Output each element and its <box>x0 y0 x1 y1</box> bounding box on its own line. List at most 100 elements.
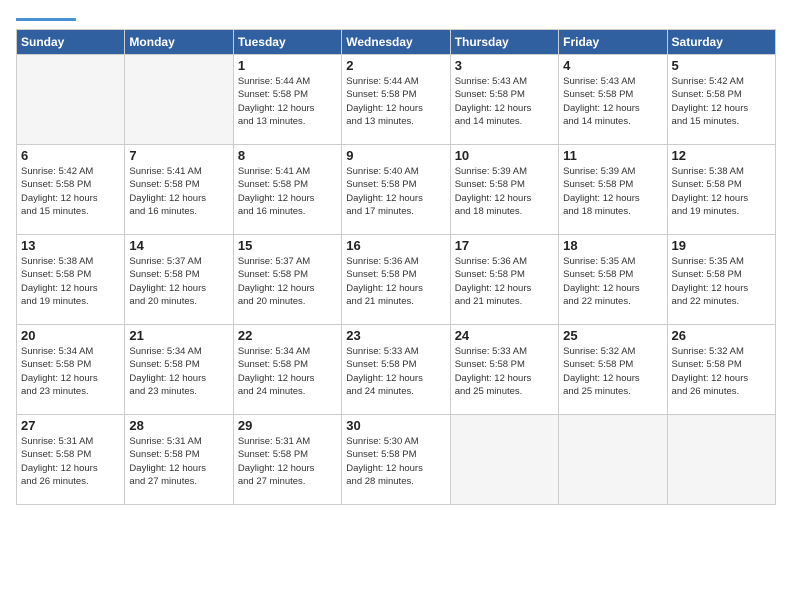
day-info: Sunrise: 5:36 AM Sunset: 5:58 PM Dayligh… <box>455 255 554 308</box>
day-number: 16 <box>346 238 445 253</box>
col-header-friday: Friday <box>559 30 667 55</box>
calendar-cell: 24 Sunrise: 5:33 AM Sunset: 5:58 PM Dayli… <box>450 325 558 415</box>
day-info: Sunrise: 5:39 AM Sunset: 5:58 PM Dayligh… <box>455 165 554 218</box>
day-info: Sunrise: 5:38 AM Sunset: 5:58 PM Dayligh… <box>672 165 771 218</box>
calendar-cell: 19 Sunrise: 5:35 AM Sunset: 5:58 PM Dayli… <box>667 235 775 325</box>
day-info: Sunrise: 5:32 AM Sunset: 5:58 PM Dayligh… <box>563 345 662 398</box>
calendar-cell: 17 Sunrise: 5:36 AM Sunset: 5:58 PM Dayli… <box>450 235 558 325</box>
calendar-cell: 13 Sunrise: 5:38 AM Sunset: 5:58 PM Dayli… <box>17 235 125 325</box>
calendar-cell: 8 Sunrise: 5:41 AM Sunset: 5:58 PM Daylig… <box>233 145 341 235</box>
logo-divider <box>16 18 76 21</box>
day-number: 8 <box>238 148 337 163</box>
day-number: 25 <box>563 328 662 343</box>
day-number: 6 <box>21 148 120 163</box>
day-number: 15 <box>238 238 337 253</box>
day-info: Sunrise: 5:36 AM Sunset: 5:58 PM Dayligh… <box>346 255 445 308</box>
day-number: 21 <box>129 328 228 343</box>
logo <box>16 16 76 21</box>
day-info: Sunrise: 5:35 AM Sunset: 5:58 PM Dayligh… <box>672 255 771 308</box>
day-info: Sunrise: 5:31 AM Sunset: 5:58 PM Dayligh… <box>129 435 228 488</box>
day-info: Sunrise: 5:34 AM Sunset: 5:58 PM Dayligh… <box>238 345 337 398</box>
calendar-cell: 18 Sunrise: 5:35 AM Sunset: 5:58 PM Dayli… <box>559 235 667 325</box>
day-number: 11 <box>563 148 662 163</box>
day-info: Sunrise: 5:41 AM Sunset: 5:58 PM Dayligh… <box>238 165 337 218</box>
calendar-cell <box>559 415 667 505</box>
col-header-saturday: Saturday <box>667 30 775 55</box>
day-number: 1 <box>238 58 337 73</box>
day-number: 19 <box>672 238 771 253</box>
calendar-cell: 14 Sunrise: 5:37 AM Sunset: 5:58 PM Dayli… <box>125 235 233 325</box>
calendar-cell <box>667 415 775 505</box>
calendar-table: SundayMondayTuesdayWednesdayThursdayFrid… <box>16 29 776 505</box>
day-number: 4 <box>563 58 662 73</box>
day-info: Sunrise: 5:34 AM Sunset: 5:58 PM Dayligh… <box>21 345 120 398</box>
day-number: 5 <box>672 58 771 73</box>
day-number: 26 <box>672 328 771 343</box>
day-number: 24 <box>455 328 554 343</box>
day-info: Sunrise: 5:41 AM Sunset: 5:58 PM Dayligh… <box>129 165 228 218</box>
day-info: Sunrise: 5:33 AM Sunset: 5:58 PM Dayligh… <box>346 345 445 398</box>
calendar-cell: 30 Sunrise: 5:30 AM Sunset: 5:58 PM Dayli… <box>342 415 450 505</box>
day-number: 18 <box>563 238 662 253</box>
page-header <box>16 16 776 21</box>
calendar-cell: 5 Sunrise: 5:42 AM Sunset: 5:58 PM Daylig… <box>667 55 775 145</box>
calendar-header-row: SundayMondayTuesdayWednesdayThursdayFrid… <box>17 30 776 55</box>
day-number: 22 <box>238 328 337 343</box>
calendar-cell: 22 Sunrise: 5:34 AM Sunset: 5:58 PM Dayli… <box>233 325 341 415</box>
calendar-week-3: 13 Sunrise: 5:38 AM Sunset: 5:58 PM Dayli… <box>17 235 776 325</box>
calendar-cell: 23 Sunrise: 5:33 AM Sunset: 5:58 PM Dayli… <box>342 325 450 415</box>
day-info: Sunrise: 5:43 AM Sunset: 5:58 PM Dayligh… <box>563 75 662 128</box>
day-number: 28 <box>129 418 228 433</box>
calendar-cell <box>450 415 558 505</box>
calendar-week-1: 1 Sunrise: 5:44 AM Sunset: 5:58 PM Daylig… <box>17 55 776 145</box>
calendar-cell: 27 Sunrise: 5:31 AM Sunset: 5:58 PM Dayli… <box>17 415 125 505</box>
day-number: 7 <box>129 148 228 163</box>
day-number: 2 <box>346 58 445 73</box>
day-info: Sunrise: 5:31 AM Sunset: 5:58 PM Dayligh… <box>21 435 120 488</box>
calendar-cell: 12Sunrise: 5:38 AM Sunset: 5:58 PM Dayli… <box>667 145 775 235</box>
day-number: 23 <box>346 328 445 343</box>
col-header-sunday: Sunday <box>17 30 125 55</box>
day-info: Sunrise: 5:38 AM Sunset: 5:58 PM Dayligh… <box>21 255 120 308</box>
day-info: Sunrise: 5:37 AM Sunset: 5:58 PM Dayligh… <box>238 255 337 308</box>
day-info: Sunrise: 5:34 AM Sunset: 5:58 PM Dayligh… <box>129 345 228 398</box>
day-number: 30 <box>346 418 445 433</box>
calendar-cell: 3 Sunrise: 5:43 AM Sunset: 5:58 PM Daylig… <box>450 55 558 145</box>
calendar-cell: 29 Sunrise: 5:31 AM Sunset: 5:58 PM Dayli… <box>233 415 341 505</box>
day-info: Sunrise: 5:43 AM Sunset: 5:58 PM Dayligh… <box>455 75 554 128</box>
day-info: Sunrise: 5:37 AM Sunset: 5:58 PM Dayligh… <box>129 255 228 308</box>
day-info: Sunrise: 5:40 AM Sunset: 5:58 PM Dayligh… <box>346 165 445 218</box>
calendar-cell: 28 Sunrise: 5:31 AM Sunset: 5:58 PM Dayli… <box>125 415 233 505</box>
calendar-cell: 20 Sunrise: 5:34 AM Sunset: 5:58 PM Dayli… <box>17 325 125 415</box>
day-number: 29 <box>238 418 337 433</box>
day-info: Sunrise: 5:44 AM Sunset: 5:58 PM Dayligh… <box>346 75 445 128</box>
col-header-thursday: Thursday <box>450 30 558 55</box>
day-info: Sunrise: 5:33 AM Sunset: 5:58 PM Dayligh… <box>455 345 554 398</box>
calendar-cell: 15 Sunrise: 5:37 AM Sunset: 5:58 PM Dayli… <box>233 235 341 325</box>
day-number: 17 <box>455 238 554 253</box>
day-number: 20 <box>21 328 120 343</box>
calendar-cell: 10Sunrise: 5:39 AM Sunset: 5:58 PM Dayli… <box>450 145 558 235</box>
calendar-cell: 11 Sunrise: 5:39 AM Sunset: 5:58 PM Dayli… <box>559 145 667 235</box>
calendar-cell: 9 Sunrise: 5:40 AM Sunset: 5:58 PM Daylig… <box>342 145 450 235</box>
day-number: 14 <box>129 238 228 253</box>
col-header-tuesday: Tuesday <box>233 30 341 55</box>
calendar-cell: 4 Sunrise: 5:43 AM Sunset: 5:58 PM Daylig… <box>559 55 667 145</box>
calendar-week-2: 6Sunrise: 5:42 AM Sunset: 5:58 PM Daylig… <box>17 145 776 235</box>
day-info: Sunrise: 5:31 AM Sunset: 5:58 PM Dayligh… <box>238 435 337 488</box>
calendar-cell: 26Sunrise: 5:32 AM Sunset: 5:58 PM Dayli… <box>667 325 775 415</box>
calendar-cell <box>17 55 125 145</box>
col-header-monday: Monday <box>125 30 233 55</box>
day-number: 3 <box>455 58 554 73</box>
day-number: 13 <box>21 238 120 253</box>
day-info: Sunrise: 5:35 AM Sunset: 5:58 PM Dayligh… <box>563 255 662 308</box>
calendar-cell: 16 Sunrise: 5:36 AM Sunset: 5:58 PM Dayli… <box>342 235 450 325</box>
day-info: Sunrise: 5:39 AM Sunset: 5:58 PM Dayligh… <box>563 165 662 218</box>
day-info: Sunrise: 5:42 AM Sunset: 5:58 PM Dayligh… <box>672 75 771 128</box>
calendar-cell: 21 Sunrise: 5:34 AM Sunset: 5:58 PM Dayli… <box>125 325 233 415</box>
day-number: 27 <box>21 418 120 433</box>
calendar-cell: 1Sunrise: 5:44 AM Sunset: 5:58 PM Daylig… <box>233 55 341 145</box>
day-number: 9 <box>346 148 445 163</box>
calendar-cell <box>125 55 233 145</box>
day-info: Sunrise: 5:30 AM Sunset: 5:58 PM Dayligh… <box>346 435 445 488</box>
